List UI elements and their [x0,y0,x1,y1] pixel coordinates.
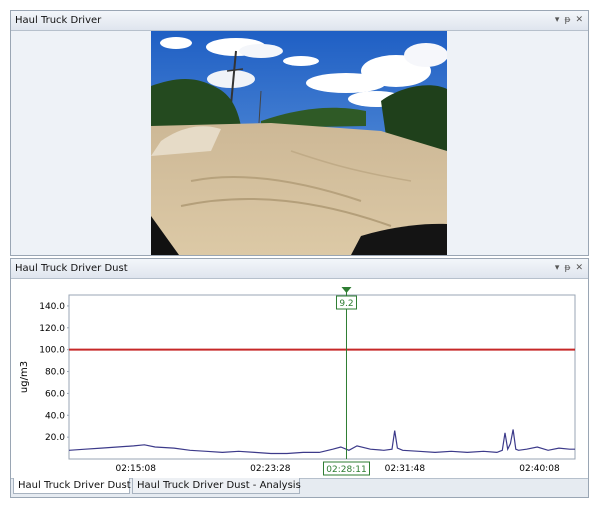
cursor-time-label: 02:28:11 [326,465,366,475]
x-tick-label: 02:23:28 [250,464,291,474]
chart-pane: Haul Truck Driver Dust ▾ ᵽ ✕ 20.0 40.0 60.… [10,258,589,498]
y-tick-label: 100.0 [39,346,65,356]
pin-icon[interactable]: ᵽ [564,11,570,30]
video-pane-title: Haul Truck Driver [15,15,102,26]
road-scene-image [151,31,447,255]
y-tick-label: 140.0 [39,302,65,312]
video-area [11,31,588,255]
cursor-value-label: 9.2 [339,299,353,309]
y-tick-label: 20.0 [45,433,65,443]
chart-pane-title: Haul Truck Driver Dust [15,263,128,274]
x-tick-label: 02:40:08 [519,464,560,474]
triangle-down-icon[interactable] [341,287,352,293]
x-tick-label: 02:15:08 [116,464,157,474]
plot-area [68,294,576,460]
y-tick-label: 60.0 [45,389,65,399]
video-pane-controls: ▾ ᵽ ✕ [555,11,583,30]
close-icon[interactable]: ✕ [575,11,583,30]
video-pane-header: Haul Truck Driver ▾ ᵽ ✕ [11,11,588,31]
chart-pane-header: Haul Truck Driver Dust ▾ ᵽ ✕ [11,259,588,279]
video-pane: Haul Truck Driver ▾ ᵽ ✕ [10,10,589,256]
tab-haul-truck-driver-dust-analysis[interactable]: Haul Truck Driver Dust - Analysis [132,478,301,494]
x-tick-label: 02:31:48 [385,464,426,474]
y-axis-label: ug/m3 [19,361,30,393]
chart-canvas[interactable]: 20.0 40.0 60.0 80.0 100.0 120.0 140.0 02:15:08… [11,279,588,481]
pin-icon[interactable]: ᵽ [564,259,570,278]
chart-pane-controls: ▾ ᵽ ✕ [555,259,583,278]
y-tick-label: 120.0 [39,324,65,334]
dust-chart[interactable]: 20.0 40.0 60.0 80.0 100.0 120.0 140.0 02:15:08… [11,279,588,481]
tab-strip: Haul Truck Driver Dust Haul Truck Driver… [11,478,588,497]
close-icon[interactable]: ✕ [575,259,583,278]
chevron-down-icon[interactable]: ▾ [555,259,560,278]
y-tick-label: 40.0 [45,411,65,421]
chevron-down-icon[interactable]: ▾ [555,11,560,30]
tab-haul-truck-driver-dust[interactable]: Haul Truck Driver Dust [13,478,131,494]
video-frame[interactable] [151,31,447,255]
y-tick-label: 80.0 [45,368,65,378]
